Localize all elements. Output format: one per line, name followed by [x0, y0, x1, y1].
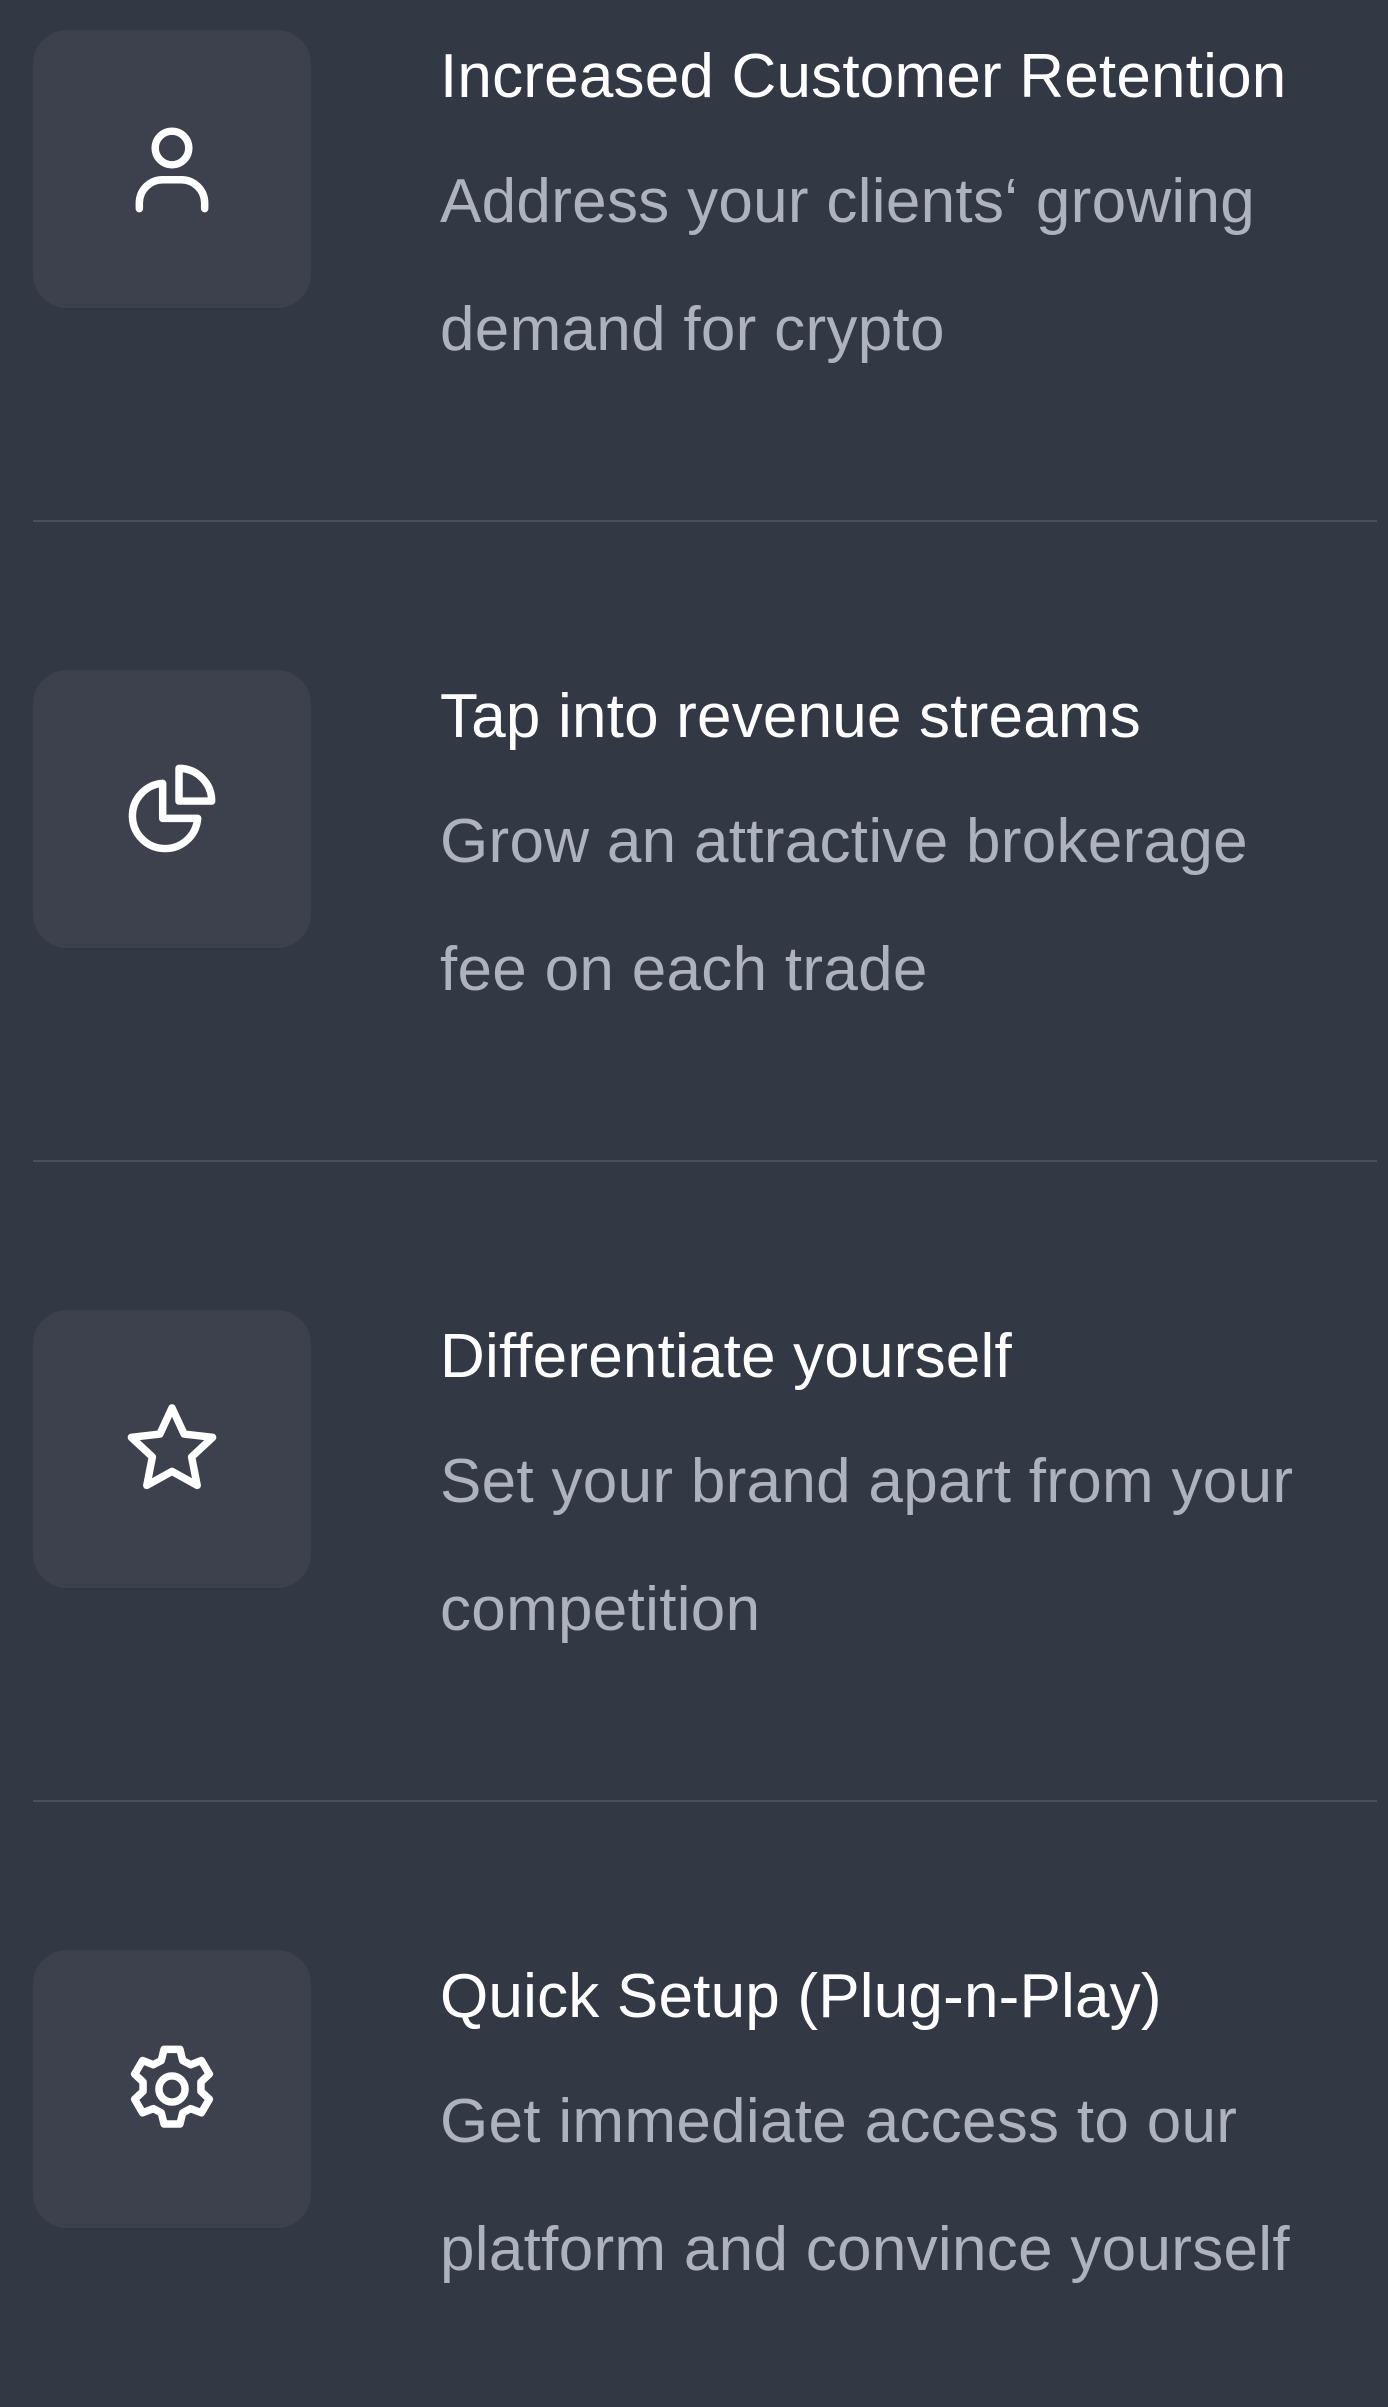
- feature-list: Increased Customer Retention Address you…: [0, 0, 1388, 2407]
- feature-description: Address your clients‘ growing demand for…: [440, 167, 1256, 364]
- divider: [33, 520, 1377, 522]
- star-icon: [127, 1404, 217, 1490]
- feature-icon-tile: [33, 1950, 311, 2228]
- feature-title: Quick Setup (Plug-n-Play): [440, 1962, 1162, 2031]
- feature-icon-tile: [33, 30, 311, 308]
- user-icon: [135, 127, 209, 213]
- divider: [33, 1800, 1377, 1802]
- feature-title: Tap into revenue streams: [440, 682, 1141, 751]
- feature-icon-tile: [33, 1310, 311, 1588]
- feature-description: Get immediate access to our platform and…: [440, 2087, 1290, 2284]
- divider: [33, 1160, 1377, 1162]
- feature-description: Grow an attractive brokerage fee on each…: [440, 807, 1248, 1004]
- feature-icon-tile: [33, 670, 311, 948]
- feature-title: Differentiate yourself: [440, 1322, 1012, 1391]
- gear-icon: [130, 2045, 214, 2128]
- feature-title: Increased Customer Retention: [440, 42, 1287, 111]
- feature-description: Set your brand apart from your competiti…: [440, 1447, 1294, 1644]
- pie-chart-icon: [128, 764, 216, 853]
